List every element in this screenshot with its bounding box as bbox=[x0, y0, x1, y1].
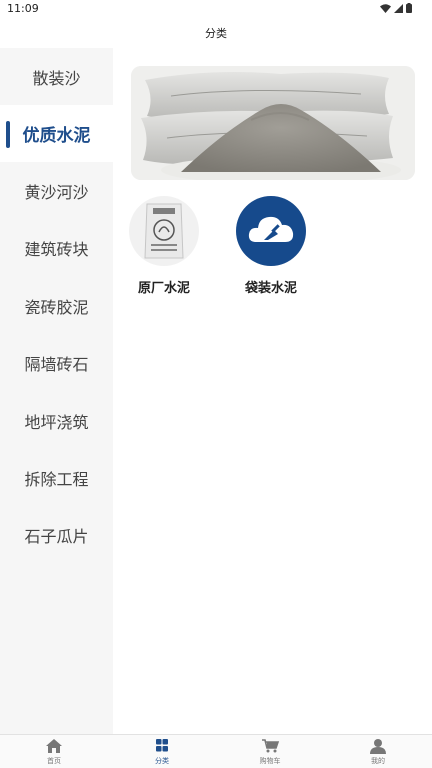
home-icon bbox=[46, 739, 62, 753]
sidebar-item-label: 拆除工程 bbox=[24, 469, 89, 489]
status-bar: 11:09 bbox=[0, 0, 432, 18]
battery-icon bbox=[406, 3, 412, 13]
tab-cart[interactable]: 购物车 bbox=[216, 735, 324, 768]
sidebar-item-label: 优质水泥 bbox=[22, 126, 91, 146]
tab-label: 我的 bbox=[371, 757, 385, 765]
signal-icon bbox=[394, 3, 403, 13]
sidebar-item-partition-bricks[interactable]: 隔墙砖石 bbox=[0, 334, 113, 391]
cart-icon bbox=[262, 739, 280, 753]
cement-bag-image bbox=[129, 196, 199, 266]
tab-label: 首页 bbox=[47, 757, 61, 765]
sidebar-item-label: 地坪浇筑 bbox=[24, 412, 89, 432]
status-time: 11:09 bbox=[7, 2, 39, 15]
page-title: 分类 bbox=[205, 27, 227, 40]
tab-profile[interactable]: 我的 bbox=[324, 735, 432, 768]
sidebar-item-bricks[interactable]: 建筑砖块 bbox=[0, 219, 113, 276]
wifi-icon bbox=[380, 3, 391, 13]
tab-category[interactable]: 分类 bbox=[108, 735, 216, 768]
sidebar-item-label: 建筑砖块 bbox=[24, 239, 89, 259]
category-grid-icon bbox=[156, 739, 168, 752]
sidebar-item-label: 散装沙 bbox=[32, 68, 81, 88]
tab-label: 购物车 bbox=[259, 757, 281, 765]
sidebar-item-label: 黄沙河沙 bbox=[24, 182, 89, 202]
sidebar-item-loose-sand[interactable]: 散装沙 bbox=[0, 48, 113, 105]
sidebar-item-gravel[interactable]: 石子瓜片 bbox=[0, 506, 113, 563]
header: 分类 bbox=[0, 18, 432, 48]
cloud-trowel-icon bbox=[236, 196, 306, 266]
cement-pile-image bbox=[131, 66, 415, 180]
active-indicator bbox=[6, 121, 10, 148]
sidebar-item-label: 瓷砖胶泥 bbox=[24, 297, 89, 317]
tab-label: 分类 bbox=[155, 757, 169, 765]
sidebar-item-label: 石子瓜片 bbox=[24, 526, 89, 546]
sidebar-item-label: 隔墙砖石 bbox=[24, 354, 89, 374]
sidebar-item-tile-adhesive[interactable]: 瓷砖胶泥 bbox=[0, 277, 113, 334]
sidebar-item-floor-pouring[interactable]: 地坪浇筑 bbox=[0, 392, 113, 449]
sidebar-item-river-sand[interactable]: 黄沙河沙 bbox=[0, 162, 113, 219]
product-label: 袋装水泥 bbox=[244, 281, 297, 296]
bottom-tab-bar: 首页 分类 购物车 我的 bbox=[0, 734, 432, 768]
status-icons bbox=[380, 3, 412, 13]
sidebar-item-demolition[interactable]: 拆除工程 bbox=[0, 449, 113, 506]
product-label: 原厂水泥 bbox=[137, 281, 190, 296]
sidebar-item-quality-cement[interactable]: 优质水泥 bbox=[0, 105, 113, 162]
category-banner[interactable] bbox=[131, 66, 415, 180]
user-icon bbox=[370, 739, 386, 754]
category-sidebar: 散装沙 优质水泥 黄沙河沙 建筑砖块 瓷砖胶泥 隔墙砖石 地坪浇筑 拆除工程 石… bbox=[0, 48, 113, 734]
tab-home[interactable]: 首页 bbox=[0, 735, 108, 768]
